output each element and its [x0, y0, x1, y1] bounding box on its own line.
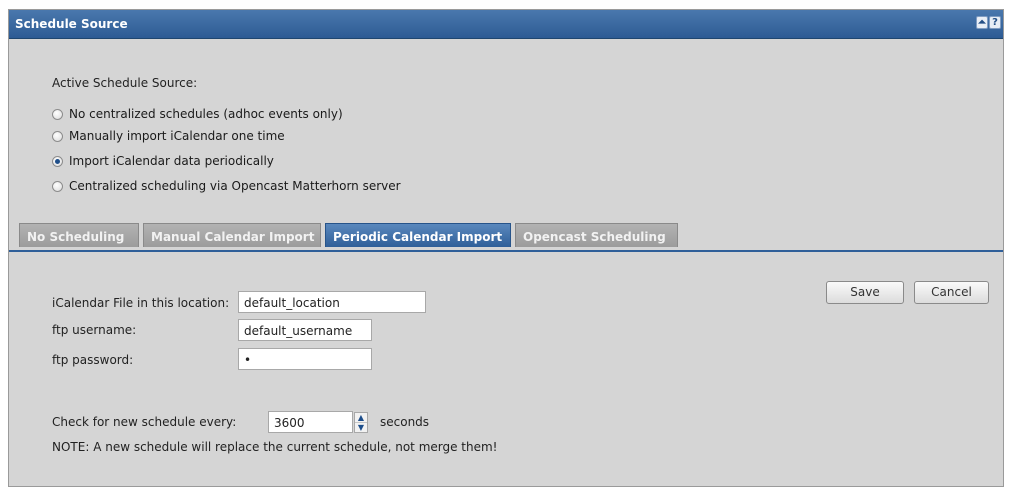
- radio-label: Import iCalendar data periodically: [69, 154, 274, 168]
- cancel-button[interactable]: Cancel: [914, 281, 989, 304]
- interval-input[interactable]: 3600: [268, 411, 353, 433]
- spinner-down-icon[interactable]: ▼: [355, 423, 367, 432]
- panel-titlebar: Schedule Source ⏶ ?: [9, 10, 1003, 39]
- username-label: ftp username:: [52, 323, 137, 337]
- tab-no-scheduling[interactable]: No Scheduling: [19, 223, 139, 247]
- radio-button-checked[interactable]: [52, 155, 63, 167]
- location-label: iCalendar File in this location:: [52, 296, 230, 310]
- replace-note: NOTE: A new schedule will replace the cu…: [52, 440, 498, 454]
- tab-underline: [9, 250, 1003, 252]
- radio-opencast[interactable]: Centralized scheduling via Opencast Matt…: [52, 178, 401, 194]
- interval-unit: seconds: [380, 415, 430, 429]
- password-input[interactable]: •: [238, 348, 372, 370]
- radio-periodic-import[interactable]: Import iCalendar data periodically: [52, 153, 274, 169]
- interval-label: Check for new schedule every:: [52, 415, 237, 429]
- radio-label: No centralized schedules (adhoc events o…: [69, 107, 343, 121]
- panel-title: Schedule Source: [15, 17, 128, 31]
- radio-no-centralized[interactable]: No centralized schedules (adhoc events o…: [52, 106, 343, 122]
- tab-manual-calendar-import[interactable]: Manual Calendar Import: [143, 223, 321, 247]
- radio-button[interactable]: [52, 130, 63, 142]
- active-source-heading: Active Schedule Source:: [52, 76, 198, 90]
- collapse-icon[interactable]: ⏶: [976, 16, 988, 29]
- password-label: ftp password:: [52, 353, 134, 367]
- interval-spinner[interactable]: ▲ ▼: [354, 412, 368, 433]
- radio-manual-import[interactable]: Manually import iCalendar one time: [52, 128, 285, 144]
- help-icon[interactable]: ?: [989, 16, 1001, 29]
- radio-button[interactable]: [52, 180, 63, 192]
- radio-label: Centralized scheduling via Opencast Matt…: [69, 179, 401, 193]
- tab-periodic-calendar-import[interactable]: Periodic Calendar Import: [325, 223, 511, 247]
- spinner-up-icon[interactable]: ▲: [355, 413, 367, 423]
- username-input[interactable]: default_username: [238, 319, 372, 341]
- radio-button[interactable]: [52, 108, 63, 120]
- schedule-source-panel: Schedule Source ⏶ ? Active Schedule Sour…: [8, 9, 1004, 487]
- radio-label: Manually import iCalendar one time: [69, 129, 285, 143]
- save-button[interactable]: Save: [826, 281, 904, 304]
- tab-opencast-scheduling[interactable]: Opencast Scheduling: [515, 223, 678, 247]
- location-input[interactable]: default_location: [238, 291, 426, 313]
